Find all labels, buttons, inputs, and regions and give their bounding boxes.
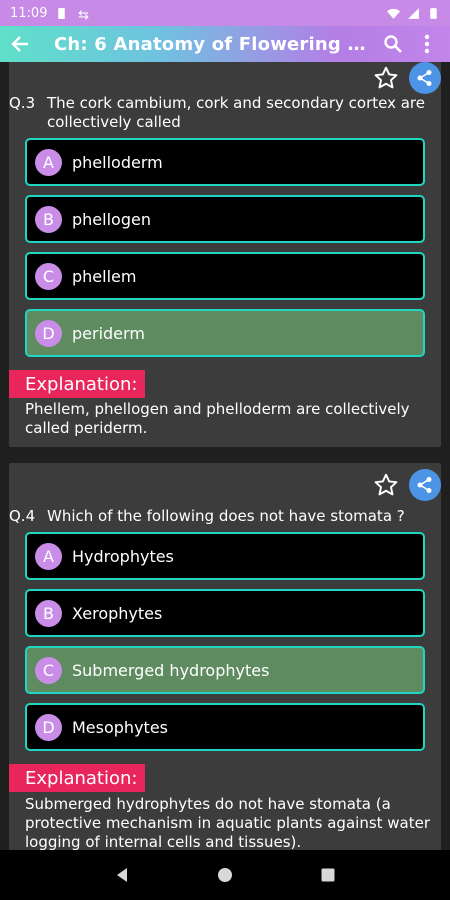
option-c-correct[interactable]: C Submerged hydrophytes xyxy=(25,646,425,694)
question-list[interactable]: Q.3 The cork cambium, cork and secondary… xyxy=(0,62,450,850)
option-b[interactable]: B Xerophytes xyxy=(25,589,425,637)
option-label: Submerged hydrophytes xyxy=(72,660,270,680)
battery-icon xyxy=(430,7,437,19)
option-label: phelloderm xyxy=(72,152,163,172)
nav-home-button[interactable] xyxy=(205,855,245,895)
sd-card-icon xyxy=(58,7,66,19)
wifi-icon xyxy=(387,8,400,19)
option-letter: D xyxy=(35,319,62,347)
question-text: Q.4 Which of the following does not have… xyxy=(9,507,433,526)
page-title: Ch: 6 Anatomy of Flowering Plants xyxy=(54,33,376,55)
bookmark-button[interactable] xyxy=(371,470,401,500)
option-c[interactable]: C phellem xyxy=(25,252,425,300)
option-letter: A xyxy=(35,542,62,570)
option-letter: C xyxy=(35,656,62,684)
search-button[interactable] xyxy=(376,26,410,62)
bookmark-button[interactable] xyxy=(371,63,401,93)
sync-icon: ⇆ xyxy=(79,7,90,19)
question-body: Which of the following does not have sto… xyxy=(47,507,405,525)
option-label: Mesophytes xyxy=(72,717,168,737)
explanation-badge: Explanation: xyxy=(9,370,146,398)
option-a[interactable]: A phelloderm xyxy=(25,138,425,186)
share-icon xyxy=(417,70,432,86)
option-label: Xerophytes xyxy=(72,603,163,623)
question-card-4: Q.4 Which of the following does not have… xyxy=(9,463,441,850)
share-button[interactable] xyxy=(409,62,441,94)
arrow-left-icon xyxy=(11,36,28,52)
option-letter: A xyxy=(35,148,62,176)
question-number: Q.3 xyxy=(9,94,36,112)
option-d-correct[interactable]: D periderm xyxy=(25,309,425,357)
more-vertical-icon xyxy=(424,34,430,54)
share-icon xyxy=(417,477,432,493)
question-body: The cork cambium, cork and secondary cor… xyxy=(47,94,425,131)
option-a[interactable]: A Hydrophytes xyxy=(25,532,425,580)
app-bar: Ch: 6 Anatomy of Flowering Plants xyxy=(0,26,450,62)
star-outline-icon xyxy=(374,66,398,89)
option-b[interactable]: B phellogen xyxy=(25,195,425,243)
status-bar: 11:09 ⇆ xyxy=(0,0,450,26)
question-text: Q.3 The cork cambium, cork and secondary… xyxy=(9,94,433,132)
card-actions xyxy=(371,469,441,501)
nav-recents-button[interactable] xyxy=(308,855,348,895)
star-outline-icon xyxy=(374,473,398,496)
option-letter: B xyxy=(35,205,62,233)
option-letter: C xyxy=(35,262,62,290)
option-letter: D xyxy=(35,713,62,741)
question-number: Q.4 xyxy=(9,507,36,525)
triangle-back-icon xyxy=(116,868,127,882)
search-icon xyxy=(384,35,402,53)
option-label: Hydrophytes xyxy=(72,546,174,566)
option-label: phellem xyxy=(72,266,137,286)
option-letter: B xyxy=(35,599,62,627)
question-card-3: Q.3 The cork cambium, cork and secondary… xyxy=(9,62,441,447)
system-nav-bar xyxy=(0,850,450,900)
explanation-badge: Explanation: xyxy=(9,764,146,792)
option-label: periderm xyxy=(72,323,145,343)
option-label: phellogen xyxy=(72,209,151,229)
square-recents-icon xyxy=(321,868,335,882)
nav-back-button[interactable] xyxy=(102,855,142,895)
signal-icon xyxy=(408,7,419,19)
svg-text:⇆: ⇆ xyxy=(79,7,90,19)
explanation-text: Phellem, phellogen and phelloderm are co… xyxy=(25,400,410,437)
option-d[interactable]: D Mesophytes xyxy=(25,703,425,751)
explanation-text: Submerged hydrophytes do not have stomat… xyxy=(25,795,431,850)
status-time: 11:09 xyxy=(10,5,48,21)
circle-home-icon xyxy=(217,868,232,882)
more-options-button[interactable] xyxy=(410,26,444,62)
back-button[interactable] xyxy=(0,26,40,62)
card-actions xyxy=(371,62,441,94)
share-button[interactable] xyxy=(409,469,441,501)
